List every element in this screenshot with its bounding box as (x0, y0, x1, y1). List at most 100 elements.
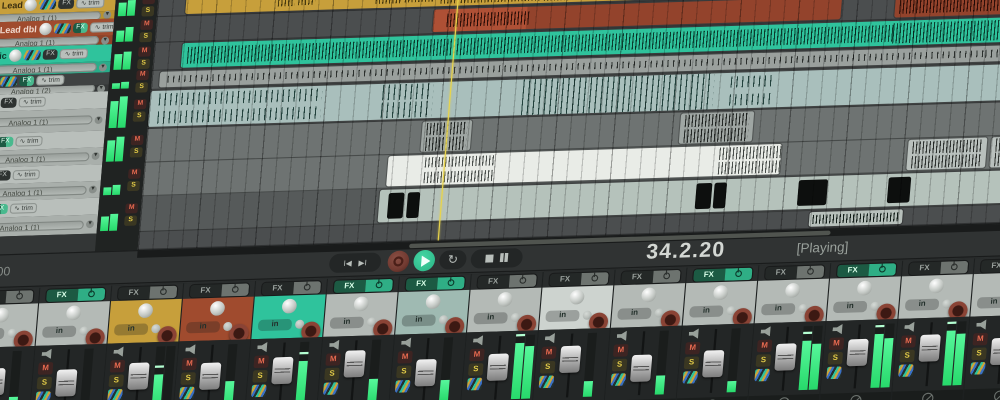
stop-button[interactable] (485, 255, 494, 263)
fx-toggle[interactable]: FX (19, 76, 35, 87)
arrange-view[interactable] (138, 0, 1000, 250)
solo-button[interactable]: S (899, 350, 915, 363)
go-to-start-button[interactable]: I◀ (343, 258, 352, 267)
solo-button[interactable]: S (133, 111, 146, 121)
mute-button[interactable]: M (397, 351, 413, 364)
media-item[interactable] (989, 135, 1000, 168)
pan-knob[interactable] (497, 292, 513, 307)
pan-knob[interactable] (640, 287, 656, 302)
fx-inserts-icon[interactable] (23, 50, 41, 61)
media-item[interactable] (809, 209, 903, 226)
speaker-icon[interactable] (257, 342, 269, 352)
pan-knob[interactable] (784, 283, 800, 298)
fx-inserts-icon[interactable] (107, 389, 123, 400)
trim-button[interactable]: ∿ trim (36, 75, 65, 86)
pan-knob[interactable] (569, 290, 585, 305)
pan-knob[interactable] (0, 308, 9, 323)
trim-button[interactable]: ∿ trim (90, 22, 114, 33)
pan-knob[interactable] (281, 299, 297, 314)
fx-inserts-icon[interactable] (251, 384, 267, 397)
speaker-icon[interactable] (185, 344, 197, 354)
fx-inserts-icon[interactable] (395, 380, 411, 393)
mute-button[interactable]: M (138, 46, 151, 56)
pan-knob[interactable] (137, 303, 153, 318)
fx-inserts-icon[interactable] (0, 76, 17, 87)
pan-knob[interactable] (425, 294, 441, 309)
trim-button[interactable]: ∿ trim (76, 0, 105, 9)
solo-button[interactable]: S (139, 31, 152, 41)
mute-button[interactable]: M (325, 353, 341, 366)
solo-button[interactable]: S (252, 370, 268, 383)
fx-enable-button[interactable]: FX (908, 260, 967, 274)
pan-knob[interactable] (712, 285, 728, 300)
volume-fader[interactable] (990, 337, 1000, 365)
solo-button[interactable]: S (324, 368, 340, 381)
volume-fader[interactable] (846, 338, 868, 366)
fx-inserts-icon[interactable] (467, 378, 483, 391)
volume-fader[interactable] (0, 368, 6, 395)
fx-inserts-icon[interactable] (611, 373, 627, 386)
speaker-icon[interactable] (760, 326, 772, 336)
solo-button[interactable]: S (135, 82, 148, 92)
volume-knob[interactable] (8, 49, 21, 62)
trim-button[interactable]: ∿ trim (18, 97, 47, 108)
pan-knob[interactable] (856, 281, 872, 296)
repeat-button[interactable]: ↻ (439, 250, 468, 270)
mute-button[interactable]: M (757, 340, 773, 353)
go-to-end-button[interactable]: ▶I (358, 258, 367, 267)
input-button[interactable]: in (689, 305, 724, 317)
fx-inserts-icon[interactable] (39, 0, 57, 10)
fx-name-slider[interactable]: Analog 1 (1) (0, 220, 84, 233)
routing-button[interactable] (993, 390, 1000, 400)
fx-enable-button[interactable]: FX (477, 274, 536, 288)
volume-fader[interactable] (774, 343, 796, 370)
pan-knob[interactable] (209, 301, 225, 316)
fx-inserts-icon[interactable] (970, 362, 986, 375)
mute-button[interactable]: M (136, 69, 149, 79)
mute-button[interactable]: M (613, 344, 629, 357)
input-button[interactable]: in (186, 321, 221, 333)
fx-name-slider[interactable]: Analog 1 (1) (0, 185, 87, 198)
solo-button[interactable]: S (37, 377, 53, 390)
routing-button[interactable] (849, 395, 861, 400)
fx-toggle[interactable]: FX (58, 0, 74, 9)
solo-button[interactable]: S (540, 361, 556, 374)
pan-knob[interactable] (928, 278, 944, 293)
solo-button[interactable]: S (127, 181, 140, 191)
fx-inserts-icon[interactable] (323, 382, 339, 395)
solo-button[interactable]: S (684, 356, 700, 369)
mute-button[interactable]: M (469, 349, 485, 362)
pause-button[interactable] (500, 252, 509, 263)
solo-button[interactable]: S (130, 147, 143, 157)
solo-button[interactable]: S (141, 6, 154, 16)
mute-button[interactable]: M (541, 346, 557, 359)
volume-fader[interactable] (630, 354, 652, 381)
fx-inserts-icon[interactable] (539, 375, 555, 388)
volume-fader[interactable] (414, 359, 436, 387)
volume-fader[interactable] (271, 357, 293, 384)
solo-button[interactable]: S (180, 372, 196, 385)
fx-name-slider[interactable]: Analog 1 (1) (0, 115, 93, 128)
trim-button[interactable]: ∿ trim (9, 203, 38, 214)
mute-button[interactable]: M (253, 355, 269, 368)
fx-toggle[interactable]: FX (0, 137, 13, 148)
solo-button[interactable]: S (756, 354, 772, 367)
fx-enable-button[interactable]: FX (980, 258, 1000, 272)
fx-enable-button[interactable]: FX (405, 276, 464, 290)
pan-knob[interactable] (65, 305, 81, 320)
trim-button[interactable]: ∿ trim (15, 136, 44, 147)
fx-dropdown-arrow[interactable]: ▾ (89, 185, 98, 193)
input-button[interactable]: in (833, 301, 868, 313)
fx-toggle[interactable]: FX (0, 204, 8, 215)
routing-button[interactable] (921, 393, 933, 400)
fx-inserts-icon[interactable] (826, 366, 842, 379)
mute-button[interactable]: M (140, 19, 153, 29)
volume-fader[interactable] (127, 363, 149, 390)
volume-fader[interactable] (559, 345, 581, 372)
volume-fader[interactable] (55, 369, 77, 396)
play-button[interactable] (413, 250, 436, 272)
speaker-icon[interactable] (473, 335, 485, 345)
solo-button[interactable]: S (137, 58, 150, 68)
volume-fader[interactable] (702, 350, 724, 377)
speaker-icon[interactable] (329, 340, 341, 350)
